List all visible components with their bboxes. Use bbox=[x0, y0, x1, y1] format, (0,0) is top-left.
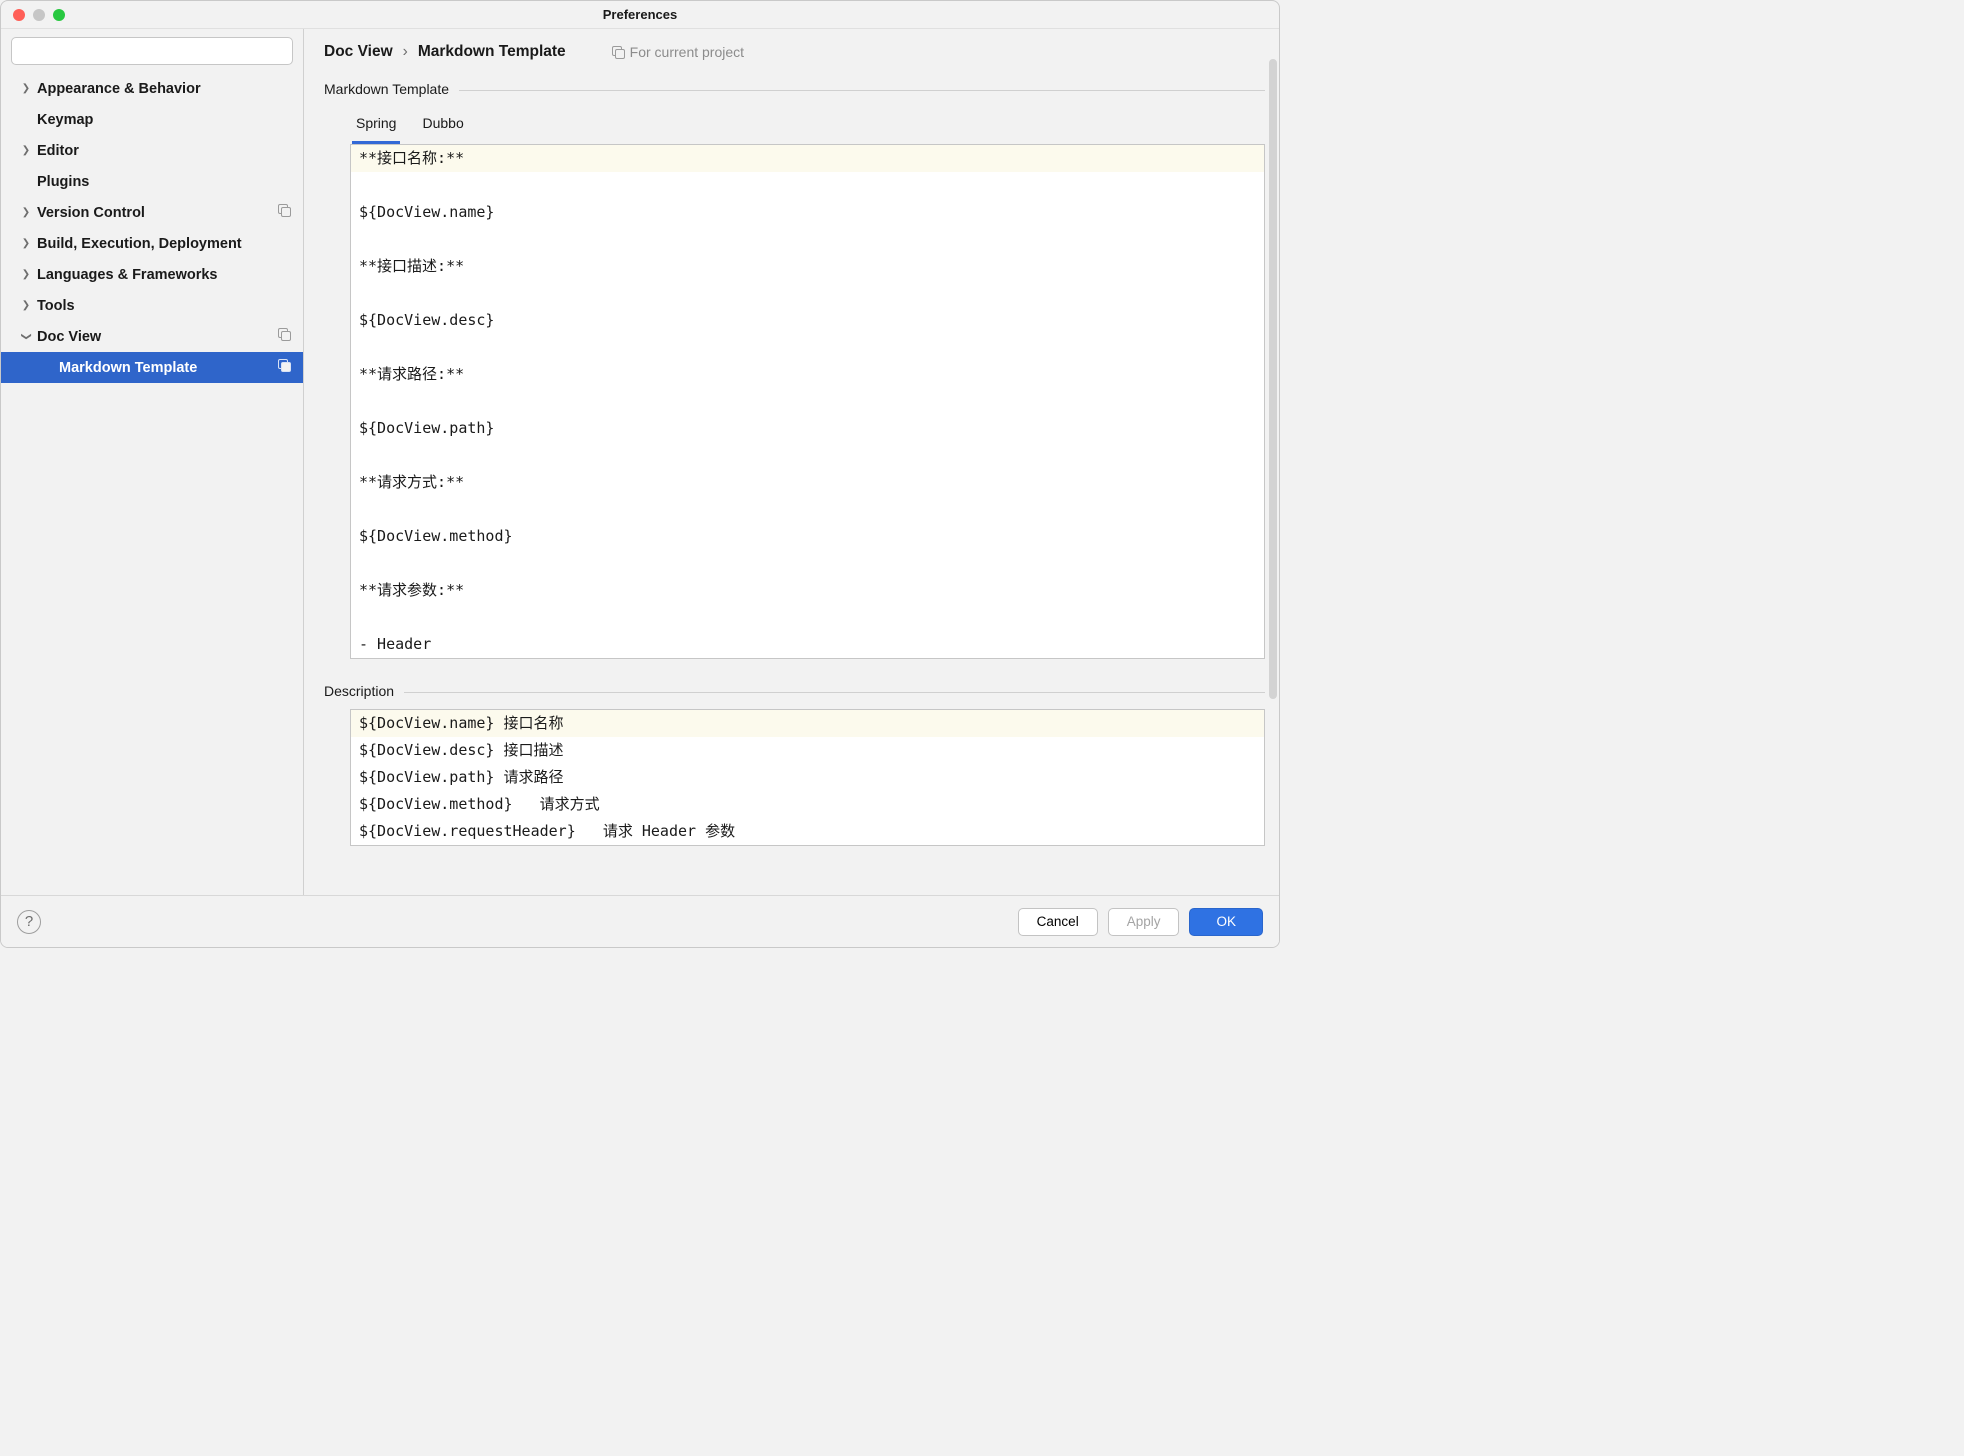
sidebar-item-label: Languages & Frameworks bbox=[37, 267, 218, 283]
chevron-right-icon: ❯ bbox=[19, 238, 33, 249]
chevron-right-icon: ❯ bbox=[19, 145, 33, 156]
search-input[interactable] bbox=[11, 37, 293, 65]
editor-line[interactable] bbox=[351, 226, 1264, 253]
sidebar-item-editor[interactable]: ❯ Editor bbox=[1, 135, 303, 166]
minimize-icon[interactable] bbox=[33, 9, 45, 21]
chevron-right-icon: ❯ bbox=[19, 83, 33, 94]
sidebar-item-plugins[interactable]: Plugins bbox=[1, 166, 303, 197]
editor-line[interactable]: ${DocView.method} bbox=[351, 523, 1264, 550]
section-markdown-template: Markdown Template bbox=[324, 81, 1265, 97]
chevron-down-icon: ❯ bbox=[21, 330, 32, 344]
editor-line[interactable]: **接口描述:** bbox=[351, 253, 1264, 280]
editor-line[interactable]: ${DocView.name} bbox=[351, 199, 1264, 226]
sidebar-item-doc-view[interactable]: ❯ Doc View bbox=[1, 321, 303, 352]
sidebar-item-markdown-template[interactable]: Markdown Template bbox=[1, 352, 303, 383]
scope-label: For current project bbox=[612, 44, 744, 60]
sidebar-item-label: Plugins bbox=[37, 174, 89, 190]
ok-button[interactable]: OK bbox=[1189, 908, 1263, 936]
editor-line[interactable]: **接口名称:** bbox=[351, 145, 1264, 172]
sidebar-item-label: Keymap bbox=[37, 112, 93, 128]
project-scope-icon bbox=[612, 46, 625, 59]
sidebar-item-appearance[interactable]: ❯ Appearance & Behavior bbox=[1, 73, 303, 104]
editor-line[interactable] bbox=[351, 550, 1264, 577]
editor-line[interactable] bbox=[351, 334, 1264, 361]
description-viewer[interactable]: ${DocView.name} 接口名称${DocView.desc} 接口描述… bbox=[350, 709, 1265, 846]
footer: ? Cancel Apply OK bbox=[1, 895, 1279, 947]
breadcrumb-separator: › bbox=[403, 43, 408, 61]
cancel-button[interactable]: Cancel bbox=[1018, 908, 1098, 936]
section-description: Description bbox=[324, 683, 1265, 699]
sidebar-item-label: Tools bbox=[37, 298, 75, 314]
editor-line[interactable] bbox=[351, 442, 1264, 469]
sidebar-item-label: Markdown Template bbox=[59, 360, 197, 376]
editor-line[interactable]: - Header bbox=[351, 631, 1264, 658]
project-scope-icon bbox=[278, 204, 291, 221]
sidebar-item-keymap[interactable]: Keymap bbox=[1, 104, 303, 135]
sidebar-item-version-control[interactable]: ❯ Version Control bbox=[1, 197, 303, 228]
description-line: ${DocView.requestHeader} 请求 Header 参数 bbox=[351, 818, 1264, 845]
sidebar: ❯ Appearance & Behavior Keymap ❯ Editor … bbox=[1, 29, 304, 895]
sidebar-item-label: Appearance & Behavior bbox=[37, 81, 201, 97]
description-line: ${DocView.path} 请求路径 bbox=[351, 764, 1264, 791]
section-label: Description bbox=[324, 683, 394, 699]
chevron-right-icon: ❯ bbox=[19, 269, 33, 280]
sidebar-item-label: Version Control bbox=[37, 205, 145, 221]
close-icon[interactable] bbox=[13, 9, 25, 21]
breadcrumb-parent[interactable]: Doc View bbox=[324, 43, 393, 61]
section-label: Markdown Template bbox=[324, 81, 449, 97]
editor-line[interactable]: ${DocView.desc} bbox=[351, 307, 1264, 334]
window-controls bbox=[13, 9, 65, 21]
editor-line[interactable]: **请求方式:** bbox=[351, 469, 1264, 496]
template-editor[interactable]: **接口名称:** ${DocView.name} **接口描述:** ${Do… bbox=[350, 144, 1265, 659]
content-pane: Doc View › Markdown Template For current… bbox=[304, 29, 1279, 895]
preferences-window: Preferences ❯ Appearance & Behavior bbox=[0, 0, 1280, 948]
settings-tree: ❯ Appearance & Behavior Keymap ❯ Editor … bbox=[1, 73, 303, 895]
editor-line[interactable]: **请求参数:** bbox=[351, 577, 1264, 604]
description-line: ${DocView.name} 接口名称 bbox=[351, 710, 1264, 737]
chevron-right-icon: ❯ bbox=[19, 207, 33, 218]
apply-button[interactable]: Apply bbox=[1108, 908, 1180, 936]
sidebar-item-languages[interactable]: ❯ Languages & Frameworks bbox=[1, 259, 303, 290]
zoom-icon[interactable] bbox=[53, 9, 65, 21]
project-scope-icon bbox=[278, 328, 291, 345]
editor-line[interactable] bbox=[351, 280, 1264, 307]
sidebar-item-label: Doc View bbox=[37, 329, 101, 345]
description-line: ${DocView.desc} 接口描述 bbox=[351, 737, 1264, 764]
project-scope-icon bbox=[278, 359, 291, 376]
template-tabs: Spring Dubbo bbox=[324, 107, 1265, 144]
breadcrumb: Doc View › Markdown Template For current… bbox=[324, 39, 1279, 61]
sidebar-item-label: Editor bbox=[37, 143, 79, 159]
chevron-right-icon: ❯ bbox=[19, 300, 33, 311]
editor-line[interactable] bbox=[351, 496, 1264, 523]
tab-spring[interactable]: Spring bbox=[352, 107, 400, 144]
breadcrumb-current: Markdown Template bbox=[418, 43, 566, 61]
sidebar-item-build[interactable]: ❯ Build, Execution, Deployment bbox=[1, 228, 303, 259]
description-line: ${DocView.method} 请求方式 bbox=[351, 791, 1264, 818]
editor-line[interactable] bbox=[351, 388, 1264, 415]
window-title: Preferences bbox=[603, 7, 677, 22]
editor-line[interactable] bbox=[351, 172, 1264, 199]
editor-line[interactable] bbox=[351, 604, 1264, 631]
tab-dubbo[interactable]: Dubbo bbox=[418, 107, 467, 144]
sidebar-item-tools[interactable]: ❯ Tools bbox=[1, 290, 303, 321]
editor-line[interactable]: **请求路径:** bbox=[351, 361, 1264, 388]
titlebar: Preferences bbox=[1, 1, 1279, 29]
help-button[interactable]: ? bbox=[17, 910, 41, 934]
scrollbar[interactable] bbox=[1269, 59, 1277, 699]
editor-line[interactable]: ${DocView.path} bbox=[351, 415, 1264, 442]
sidebar-item-label: Build, Execution, Deployment bbox=[37, 236, 242, 252]
body: ❯ Appearance & Behavior Keymap ❯ Editor … bbox=[1, 29, 1279, 895]
